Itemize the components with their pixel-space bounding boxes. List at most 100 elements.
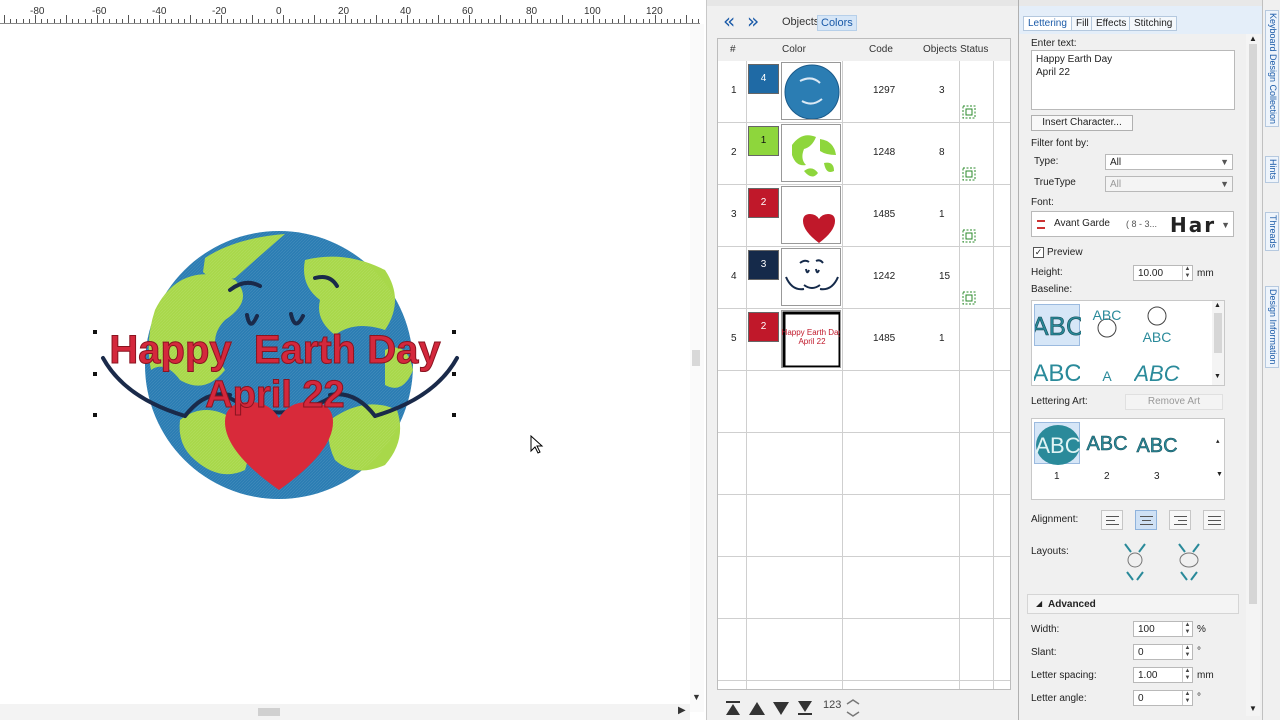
align-justify-button[interactable] (1203, 510, 1225, 530)
thread-color-swatch[interactable]: 4 (748, 64, 779, 94)
truetype-dropdown[interactable]: All ▼ (1105, 176, 1233, 192)
art-item[interactable]: ABC (1084, 422, 1130, 464)
scroll-down-icon[interactable]: ▼ (1216, 471, 1223, 478)
layout-circle-icon[interactable] (1117, 540, 1153, 582)
height-label: Height: (1031, 267, 1063, 278)
table-row[interactable]: 5 2 Happy Earth Day April 22 1485 1 (718, 309, 1010, 371)
lettering-art-gallery[interactable]: ABC ABC ABC 1 2 3 ▴ ▼ (1031, 418, 1225, 500)
side-tab-hints[interactable]: Hints (1265, 156, 1279, 183)
type-dropdown[interactable]: All ▼ (1105, 154, 1233, 170)
tab-colors[interactable]: Colors (817, 15, 857, 31)
chevron-down-icon: ▼ (1221, 220, 1230, 230)
baseline-wave[interactable]: ABC (1132, 351, 1180, 385)
height-input[interactable]: 10.00 ▲ ▼ (1133, 265, 1193, 281)
ruler-tick (332, 19, 334, 23)
layout-ellipse-icon[interactable] (1171, 540, 1207, 582)
thread-color-swatch[interactable]: 1 (748, 126, 779, 156)
scroll-down-icon[interactable]: ▼ (692, 692, 701, 702)
canvas-vertical-scrollbar[interactable]: ▼ (690, 24, 704, 712)
table-row[interactable]: 4 3 1242 15 (718, 247, 1010, 309)
properties-scrollbar[interactable]: ▲ ▼ (1246, 34, 1260, 716)
scroll-thumb[interactable] (1214, 313, 1222, 353)
side-tab-collection[interactable]: Keyboard Design Collection (1265, 10, 1279, 128)
tab-objects[interactable]: Objects (779, 15, 822, 29)
move-to-top-icon[interactable] (723, 698, 743, 718)
advanced-section-header[interactable]: ◢ Advanced (1027, 594, 1239, 614)
stepper-icon[interactable]: ▲ ▼ (1182, 645, 1192, 659)
font-dropdown[interactable]: Avant Garde ( 8 - 3... Har ▼ (1031, 211, 1234, 237)
stepper-icon[interactable]: ▲ ▼ (1182, 691, 1192, 705)
baseline-gallery[interactable]: ABC ABC ABC ABC A ABC ▲ (1031, 300, 1225, 386)
letter-spacing-input[interactable]: 1.00 ▲ ▼ (1133, 667, 1193, 683)
align-left-button[interactable] (1101, 510, 1123, 530)
stepper-icon[interactable]: ▲ ▼ (1182, 668, 1192, 682)
previous-icon[interactable]: « (723, 11, 745, 34)
side-tab-design-info[interactable]: Design Information (1265, 286, 1279, 368)
baseline-circle-top[interactable]: ABC (1084, 304, 1130, 346)
font-sizes: ( 8 - 3... (1126, 219, 1158, 229)
ruler-tick (394, 19, 396, 23)
preview-checkbox[interactable]: ✓ (1033, 247, 1044, 258)
tab-effects[interactable]: Effects (1091, 16, 1132, 31)
stepper-icon[interactable]: ▲ ▼ (1182, 266, 1192, 280)
scroll-down-icon[interactable]: ▼ (1214, 373, 1221, 380)
table-row[interactable]: 3 2 1485 1 (718, 185, 1010, 247)
baseline-circle-bottom[interactable]: ABC (1134, 304, 1180, 346)
side-tab-threads[interactable]: Threads (1265, 212, 1279, 252)
insert-character-button[interactable]: Insert Character... (1031, 115, 1133, 131)
width-input[interactable]: 100 ▲ ▼ (1133, 621, 1193, 637)
ruler-tick (642, 19, 644, 23)
column-header-status: Status (960, 44, 989, 55)
thread-code: 1297 (873, 85, 896, 96)
thread-color-swatch[interactable]: 3 (748, 250, 779, 280)
stepper-icon[interactable]: ▲ ▼ (1182, 622, 1192, 636)
gallery-scrollbar[interactable]: ▲ ▼ (1212, 301, 1224, 385)
tab-stitching[interactable]: Stitching (1129, 16, 1178, 31)
enter-text-field[interactable]: Happy Earth Day April 22 (1031, 50, 1235, 110)
thread-color-swatch[interactable]: 2 (748, 312, 779, 342)
design-canvas[interactable]: -80 -60 -40 -20 0 20 40 60 80 100 120 Ha… (0, 0, 706, 720)
align-right-button[interactable] (1169, 510, 1191, 530)
ruler-tick (22, 19, 24, 23)
letter-angle-input[interactable]: 0 ▲ ▼ (1133, 690, 1193, 706)
baseline-arch[interactable]: ABC (1032, 351, 1081, 385)
sort-icon[interactable] (843, 698, 863, 718)
scroll-right-icon[interactable]: ▶ (678, 705, 686, 716)
embroidery-design[interactable]: Happy Earth Day April 22 (85, 220, 475, 510)
ruler-tick (345, 15, 346, 23)
remove-art-button[interactable]: Remove Art (1125, 394, 1223, 410)
ruler-tick (159, 15, 160, 23)
slant-input[interactable]: 0 ▲ ▼ (1133, 644, 1193, 660)
mouse-cursor-icon (530, 435, 544, 454)
art-item[interactable]: ABC (1034, 422, 1081, 465)
baseline-vertical[interactable]: A (1084, 351, 1130, 385)
svg-text:ABC: ABC (1035, 311, 1081, 341)
move-to-bottom-icon[interactable] (795, 698, 815, 718)
canvas-horizontal-scrollbar[interactable]: ▶ (0, 704, 690, 720)
ruler-tick (59, 19, 61, 23)
next-icon[interactable]: » (747, 11, 769, 34)
move-down-icon[interactable] (771, 698, 791, 718)
scroll-up-icon[interactable]: ▲ (1249, 34, 1257, 43)
scroll-up-icon[interactable]: ▴ (1216, 437, 1220, 445)
filter-font-label: Filter font by: (1031, 138, 1089, 149)
art-item[interactable]: ABC (1134, 422, 1180, 464)
baseline-straight[interactable]: ABC (1032, 304, 1085, 346)
scroll-thumb[interactable] (258, 708, 280, 716)
ruler-tick (487, 19, 489, 23)
scroll-down-icon[interactable]: ▼ (1249, 704, 1257, 713)
move-up-icon[interactable] (747, 698, 767, 718)
table-row[interactable]: 2 1 1248 8 (718, 123, 1010, 185)
align-center-button[interactable] (1135, 510, 1157, 530)
scroll-thumb[interactable] (1249, 44, 1257, 604)
scroll-thumb[interactable] (692, 350, 700, 366)
sort-number-label[interactable]: 123 (823, 699, 841, 711)
column-header-color: Color (782, 44, 806, 55)
thread-code: 1485 (873, 209, 896, 220)
scroll-up-icon[interactable]: ▲ (1214, 302, 1221, 309)
svg-text:A: A (1102, 368, 1112, 384)
ruler-tick (605, 19, 607, 23)
table-row[interactable]: 1 4 1297 3 (718, 61, 1010, 123)
thread-color-swatch[interactable]: 2 (748, 188, 779, 218)
tab-lettering[interactable]: Lettering (1023, 16, 1072, 31)
